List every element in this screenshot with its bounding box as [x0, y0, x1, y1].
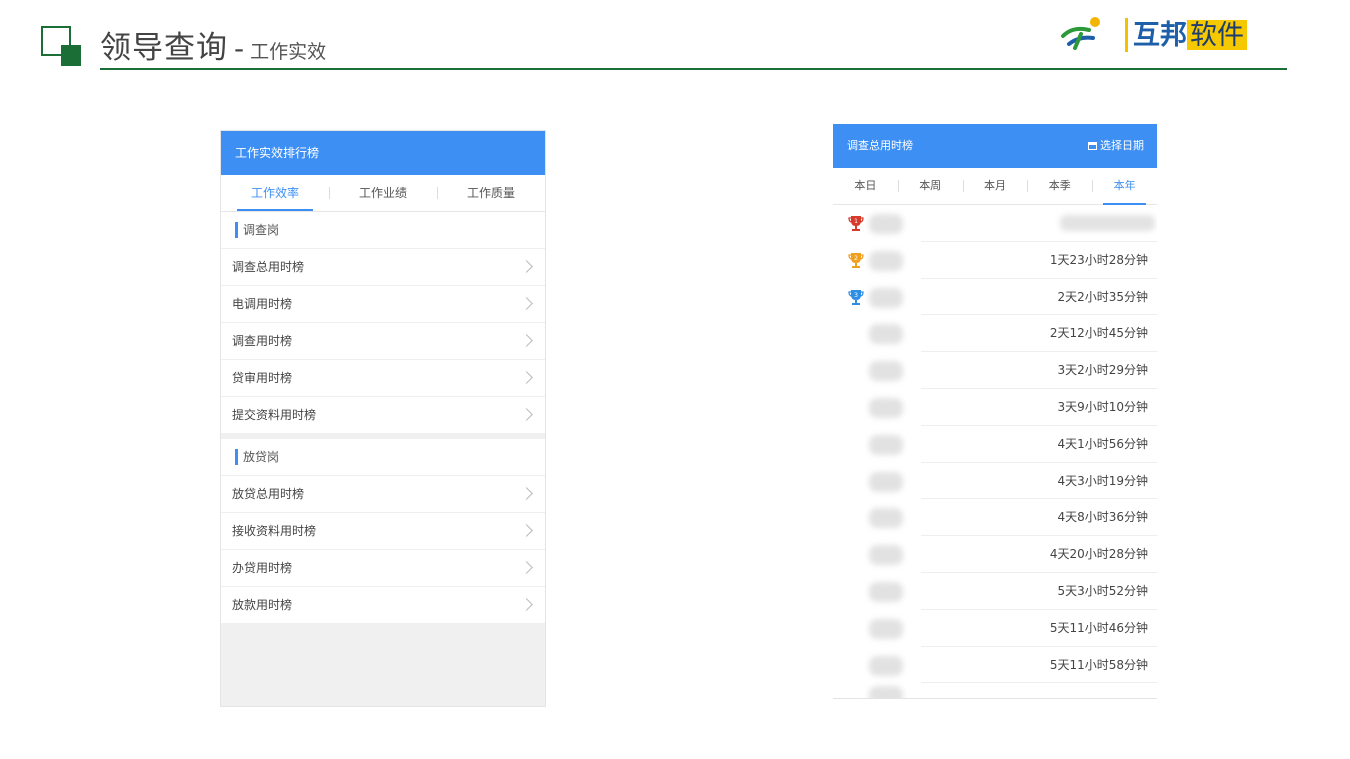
ranking-header: 工作实效排行榜	[221, 131, 545, 175]
user-name-blurred	[869, 581, 903, 602]
chevron-right-icon	[520, 487, 533, 500]
tab-week[interactable]: 本周	[897, 168, 963, 204]
tab-quarter[interactable]: 本季	[1027, 168, 1092, 204]
list-item[interactable]: 贷审用时榜	[221, 360, 545, 397]
table-row[interactable]: 3天9小时10分钟	[833, 389, 1157, 426]
corner-square-icon	[41, 26, 81, 66]
total-time: 4天1小时56分钟	[1057, 436, 1148, 451]
date-picker-button[interactable]: 选择日期	[1088, 124, 1144, 168]
tab-efficiency[interactable]: 工作效率	[221, 175, 329, 211]
chevron-right-icon	[520, 524, 533, 537]
user-name-blurred	[869, 250, 903, 271]
table-row[interactable]: 4天8小时36分钟	[833, 499, 1157, 536]
table-row[interactable]: 3 2天2小时35分钟	[833, 279, 1157, 316]
list-row-partial	[833, 677, 1157, 698]
title-divider	[100, 68, 1287, 70]
total-time: 4天20小时28分钟	[1049, 547, 1148, 562]
user-name-blurred	[869, 686, 903, 698]
leaderboard-screen: 调查总用时榜 选择日期 本日 本周 本月 本季 本年 1 2 1天23小时28分…	[833, 124, 1157, 699]
tab-year[interactable]: 本年	[1092, 168, 1157, 205]
list-item[interactable]: 调查总用时榜	[221, 249, 545, 286]
trophy-bronze-3-icon: 3	[848, 289, 864, 305]
user-name-blurred	[869, 397, 903, 418]
logo-wordmark: 互邦 软件	[1133, 18, 1247, 53]
table-row[interactable]: 4天3小时19分钟	[833, 463, 1157, 500]
table-row[interactable]: 1	[833, 205, 1157, 242]
section-title: 调查岗	[221, 212, 545, 249]
total-time: 1天23小时28分钟	[1049, 252, 1148, 267]
svg-text:2: 2	[854, 255, 858, 262]
chevron-right-icon	[520, 561, 533, 574]
trophy-silver-2-icon: 2	[848, 252, 864, 268]
table-row[interactable]: 5天3小时52分钟	[833, 573, 1157, 610]
list-item[interactable]: 放贷总用时榜	[221, 476, 545, 513]
list-item[interactable]: 调查用时榜	[221, 323, 545, 360]
user-name-blurred	[869, 618, 903, 639]
slide-title: 领导查询 - 工作实效	[100, 22, 326, 67]
total-time: 2天2小时35分钟	[1057, 289, 1148, 304]
total-time: 2天12小时45分钟	[1049, 326, 1148, 341]
user-name-blurred	[869, 214, 903, 234]
user-name-blurred	[869, 287, 903, 308]
total-time: 3天2小时29分钟	[1057, 363, 1148, 378]
table-row[interactable]: 4天1小时56分钟	[833, 426, 1157, 463]
table-row[interactable]: 2天12小时45分钟	[833, 315, 1157, 352]
table-row[interactable]: 4天20小时28分钟	[833, 536, 1157, 573]
user-name-blurred	[869, 655, 903, 676]
section-lending: 放贷岗 放贷总用时榜 接收资料用时榜 办贷用时榜 放款用时榜	[221, 439, 545, 623]
svg-text:1: 1	[854, 218, 858, 225]
slide-title-sub: 工作实效	[250, 41, 327, 63]
list-item[interactable]: 接收资料用时榜	[221, 513, 545, 550]
tab-performance[interactable]: 工作业绩	[329, 175, 437, 211]
period-tabs: 本日 本周 本月 本季 本年	[833, 168, 1157, 205]
list-item[interactable]: 提交资料用时榜	[221, 397, 545, 433]
svg-text:3: 3	[854, 292, 858, 299]
total-time: 4天8小时36分钟	[1057, 510, 1148, 525]
user-name-blurred	[869, 471, 903, 492]
total-time: 5天3小时52分钟	[1057, 583, 1148, 598]
leaderboard-title: 调查总用时榜	[847, 139, 913, 152]
total-time: 5天11小时46分钟	[1049, 620, 1148, 635]
tab-quality[interactable]: 工作质量	[437, 175, 545, 211]
user-name-blurred	[869, 361, 903, 382]
user-name-blurred	[869, 545, 903, 566]
leaderboard-list: 1 2 1天23小时28分钟 3 2天2小时35分钟 2天12小时45分钟 3天…	[833, 205, 1157, 684]
table-row[interactable]: 3天2小时29分钟	[833, 352, 1157, 389]
time-blurred	[1060, 215, 1155, 231]
chevron-right-icon	[520, 371, 533, 384]
slide-title-main: 领导查询	[100, 30, 228, 66]
user-name-blurred	[869, 434, 903, 455]
user-name-blurred	[869, 508, 903, 529]
ranking-menu-screen: 工作实效排行榜 工作效率 工作业绩 工作质量 调查岗 调查总用时榜 电调用时榜 …	[220, 130, 546, 707]
chevron-right-icon	[520, 598, 533, 611]
chevron-right-icon	[520, 297, 533, 310]
total-time: 3天9小时10分钟	[1057, 399, 1148, 414]
trophy-gold-1-icon: 1	[848, 216, 864, 231]
total-time: 4天3小时19分钟	[1057, 473, 1148, 488]
chevron-right-icon	[520, 334, 533, 347]
running-figure-logo-icon	[1061, 17, 1100, 50]
chevron-right-icon	[520, 260, 533, 273]
tab-day[interactable]: 本日	[833, 168, 898, 204]
section-investigation: 调查岗 调查总用时榜 电调用时榜 调查用时榜 贷审用时榜 提交资料用时榜	[221, 212, 545, 433]
list-item[interactable]: 放款用时榜	[221, 587, 545, 623]
leaderboard-header: 调查总用时榜 选择日期	[833, 124, 1157, 168]
list-item[interactable]: 办贷用时榜	[221, 550, 545, 587]
table-row[interactable]: 2 1天23小时28分钟	[833, 242, 1157, 279]
list-item[interactable]: 电调用时榜	[221, 286, 545, 323]
user-name-blurred	[869, 324, 903, 345]
ranking-tabs: 工作效率 工作业绩 工作质量	[221, 175, 545, 212]
chevron-right-icon	[520, 408, 533, 421]
slide-title-dash: -	[234, 32, 245, 65]
calendar-icon	[1088, 142, 1097, 150]
table-row[interactable]: 5天11小时46分钟	[833, 610, 1157, 647]
tab-month[interactable]: 本月	[962, 168, 1028, 204]
section-title: 放贷岗	[221, 439, 545, 476]
